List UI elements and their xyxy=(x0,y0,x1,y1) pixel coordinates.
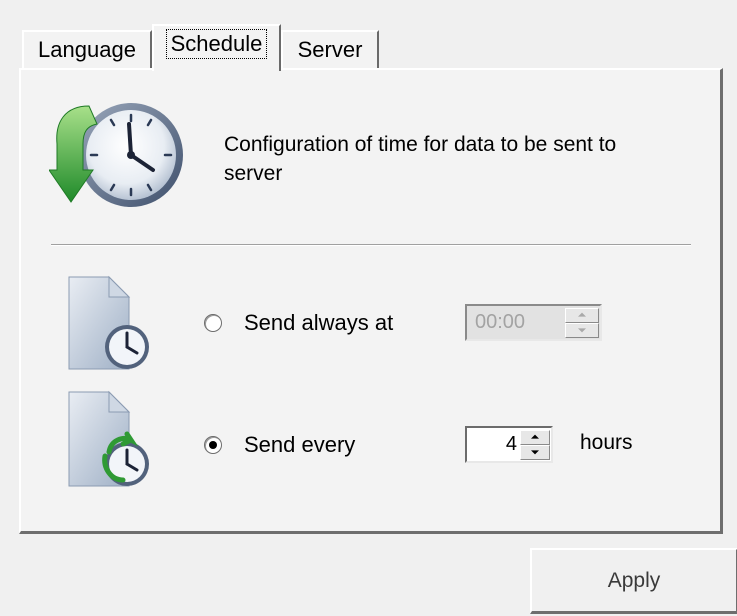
document-clock-refresh-icon xyxy=(68,390,149,487)
spin-up-icon[interactable] xyxy=(565,307,599,323)
apply-button-label: Apply xyxy=(607,568,661,592)
document-clock-icon xyxy=(68,275,149,370)
send-always-time-input[interactable]: 00:00 xyxy=(465,304,602,341)
tab-language-label: Language xyxy=(38,37,136,62)
tab-server-label: Server xyxy=(297,37,363,62)
hours-unit-label: hours xyxy=(580,431,633,454)
schedule-panel: Configuration of time for data to be sen… xyxy=(19,68,723,534)
spin-down-icon[interactable] xyxy=(520,444,550,460)
send-every-hours-spinner[interactable] xyxy=(520,429,550,460)
send-always-radio[interactable] xyxy=(204,314,222,332)
send-always-option[interactable]: Send always at xyxy=(204,310,393,336)
tab-schedule-label: Schedule xyxy=(165,29,268,59)
clock-arrow-icon xyxy=(49,103,183,207)
tab-schedule[interactable]: Schedule xyxy=(152,24,281,71)
send-always-time-value: 00:00 xyxy=(475,311,526,333)
send-always-label: Send always at xyxy=(244,310,394,335)
spin-down-icon[interactable] xyxy=(565,322,599,338)
send-every-option[interactable]: Send every xyxy=(204,432,355,458)
send-every-radio[interactable] xyxy=(204,436,222,454)
separator xyxy=(51,244,691,246)
tab-language[interactable]: Language xyxy=(22,30,152,68)
apply-button[interactable]: Apply xyxy=(530,548,737,614)
send-every-hours-value: 4 xyxy=(505,433,517,455)
send-every-hours-input[interactable]: 4 xyxy=(465,426,553,463)
send-every-label: Send every xyxy=(244,432,356,457)
spin-up-icon[interactable] xyxy=(520,429,550,445)
schedule-description: Configuration of time for data to be sen… xyxy=(224,133,617,185)
send-always-time-spinner[interactable] xyxy=(565,307,599,338)
tab-server[interactable]: Server xyxy=(281,30,379,68)
